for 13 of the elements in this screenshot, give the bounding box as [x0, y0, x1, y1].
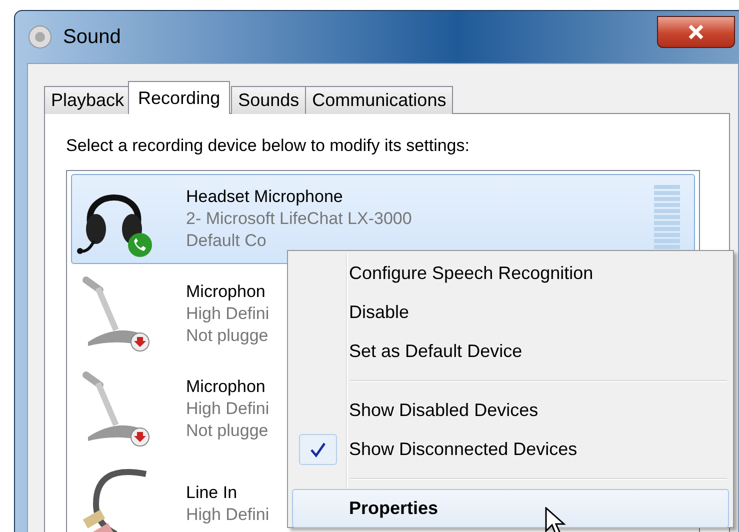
device-status: Not plugge [186, 421, 270, 441]
device-description: High Defini [186, 505, 270, 525]
instruction-text: Select a recording device below to modify its settings: [66, 136, 470, 156]
device-description: High Defini [186, 304, 270, 324]
device-status: Not plugge [186, 326, 270, 346]
device-status: Default Co [186, 231, 268, 251]
device-description: 2- Microsoft LifeChat LX-3000 [186, 209, 412, 229]
device-name: Line In [186, 483, 238, 503]
window-title: Sound [63, 26, 121, 48]
device-description: High Defini [186, 399, 270, 419]
device-name: Headset Microphone [186, 187, 344, 207]
device-name: Microphon [186, 377, 266, 397]
device-name: Microphon [186, 282, 266, 302]
